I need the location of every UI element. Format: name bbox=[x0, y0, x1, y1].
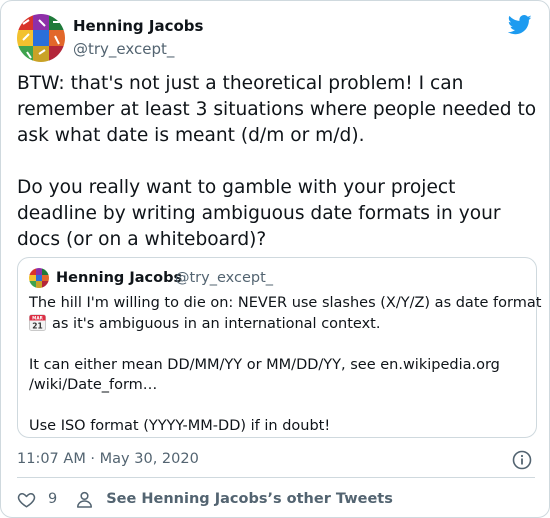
other-tweets-link[interactable]: See Henning Jacobs’s other Tweets bbox=[75, 490, 393, 509]
quoted-line bbox=[29, 334, 524, 355]
svg-text:21: 21 bbox=[32, 321, 42, 330]
quoted-line: Use ISO format (YYYY-MM-DD) if in doubt! bbox=[29, 418, 331, 434]
quoted-line-with-emoji: MAR 21 as it's ambiguous in an internation… bbox=[29, 314, 524, 335]
author-block[interactable]: Henning Jacobs @try_except_ bbox=[73, 16, 203, 59]
quoted-author-handle: @try_except_ bbox=[175, 270, 274, 286]
like-button[interactable]: 9 bbox=[17, 490, 57, 509]
author-name[interactable]: Henning Jacobs bbox=[73, 16, 203, 36]
info-icon[interactable] bbox=[512, 450, 532, 470]
tweet-timestamp[interactable]: 11:07 AM · May 30, 2020 bbox=[17, 449, 199, 469]
quoted-tweet[interactable]: Henning Jacobs @try_except_ The hill I'm… bbox=[17, 257, 542, 438]
divider bbox=[17, 477, 535, 478]
person-icon bbox=[77, 491, 93, 508]
tweet-actions: 9 See Henning Jacobs’s other Tweets bbox=[17, 488, 393, 510]
like-count: 9 bbox=[48, 491, 58, 507]
quoted-line bbox=[29, 396, 524, 417]
quoted-tweet-text: The hill I'm willing to die on: NEVER us… bbox=[29, 293, 542, 437]
author-avatar[interactable] bbox=[17, 14, 65, 62]
heart-icon bbox=[17, 492, 36, 508]
svg-text:MAR: MAR bbox=[32, 315, 43, 320]
calendar-emoji-icon: MAR21 bbox=[29, 314, 46, 331]
quoted-line: /wiki/Date_form… bbox=[29, 377, 158, 393]
quoted-author-avatar bbox=[29, 268, 49, 288]
quoted-line: The hill I'm willing to die on: NEVER us… bbox=[29, 295, 542, 311]
other-tweets-label: See Henning Jacobs’s other Tweets bbox=[106, 491, 393, 507]
tweet-card: Henning Jacobs @try_except_ BTW: that's … bbox=[0, 0, 550, 518]
quoted-author-name: Henning Jacobs bbox=[56, 270, 183, 286]
twitter-bird-icon[interactable] bbox=[508, 15, 532, 35]
quoted-line: It can either mean DD/MM/YY or MM/DD/YY,… bbox=[29, 356, 500, 373]
author-handle[interactable]: @try_except_ bbox=[73, 39, 203, 59]
tweet-text: BTW: that's not just a theoretical probl… bbox=[17, 73, 537, 250]
quoted-line-text: as it's ambiguous in an international co… bbox=[52, 315, 381, 332]
